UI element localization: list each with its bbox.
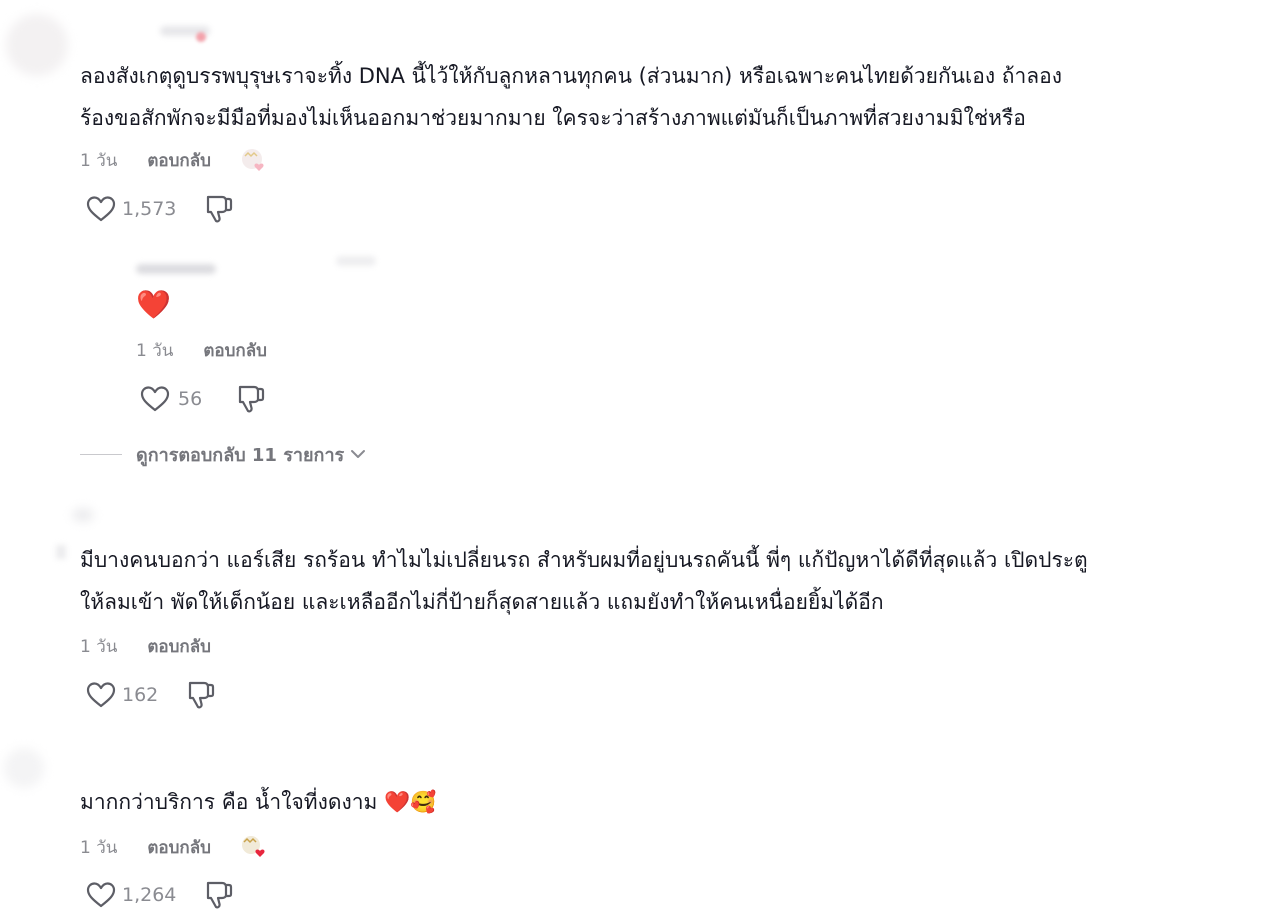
comment-line: ร้องขอสักพักจะมีมือที่มองไม่เห็นออกมาช่ว…	[80, 106, 1026, 130]
avatar[interactable]	[4, 748, 44, 788]
comment-line: มีบางคนบอกว่า แอร์เสีย รถร้อน ทำไมไม่เปล…	[80, 548, 1088, 572]
comment-actions: 1,264	[86, 878, 234, 912]
comment-text: มากกว่าบริการ คือ น้ำใจที่งดงาม ❤️🥰	[80, 781, 436, 823]
comment-time: 1 วัน	[80, 636, 118, 657]
avatar[interactable]	[72, 508, 94, 522]
avatar	[56, 545, 66, 559]
like-count: 1,264	[122, 884, 177, 906]
liked-by-creator-icon	[239, 147, 269, 173]
reply-button[interactable]: ตอบกลับ	[147, 147, 211, 174]
thumbs-down-icon	[207, 881, 233, 909]
comment-actions: 162	[86, 678, 216, 712]
comment-time: 1 วัน	[80, 150, 118, 171]
comment-time: 1 วัน	[136, 340, 174, 361]
comment-time: 1 วัน	[80, 837, 118, 858]
reply-button[interactable]: ตอบกลับ	[147, 834, 211, 861]
avatar[interactable]	[6, 14, 68, 76]
reply-button[interactable]: ตอบกลับ	[147, 633, 211, 660]
dislike-button[interactable]	[204, 879, 234, 911]
like-button[interactable]: 1,264	[86, 881, 176, 909]
dislike-button[interactable]	[236, 383, 266, 415]
dislike-button[interactable]	[204, 193, 234, 225]
username-heart-icon	[196, 32, 206, 42]
like-button[interactable]: 1,573	[86, 195, 176, 223]
reply-emoji: ❤️	[136, 288, 171, 321]
comment-text: ลองสังเกตุดูบรรพบุรุษเราจะทิ้ง DNA นี้ไว…	[80, 55, 1062, 139]
thumbs-down-icon	[189, 681, 215, 709]
comment-meta: 1 วัน ตอบกลับ	[80, 147, 269, 173]
like-count: 162	[122, 684, 159, 706]
dislike-button[interactable]	[186, 679, 216, 711]
heart-outline-icon	[86, 682, 116, 708]
comment-meta: 1 วัน ตอบกลับ	[80, 834, 269, 860]
like-button[interactable]: 56	[140, 385, 202, 413]
like-button[interactable]: 162	[86, 681, 158, 709]
thumbs-down-icon	[207, 195, 233, 223]
comment-actions: 1,573	[86, 192, 234, 226]
liked-by-creator-icon	[239, 834, 269, 860]
username-blurred	[336, 256, 376, 266]
view-replies-button[interactable]: ดูการตอบกลับ 11 รายการ	[80, 440, 366, 468]
thumbs-down-icon	[239, 385, 265, 413]
comment-line: ลองสังเกตุดูบรรพบุรุษเราจะทิ้ง DNA นี้ไว…	[80, 64, 1062, 88]
comment-actions: 56	[140, 382, 266, 416]
divider	[80, 453, 122, 455]
heart-outline-icon	[86, 196, 116, 222]
comment-text: มีบางคนบอกว่า แอร์เสีย รถร้อน ทำไมไม่เปล…	[80, 539, 1088, 623]
heart-outline-icon	[140, 386, 170, 412]
like-count: 56	[178, 388, 203, 410]
username-blurred[interactable]	[136, 264, 216, 274]
comment-line: ให้ลมเข้า พัดให้เด็กน้อย และเหลืออีกไม่ก…	[80, 590, 884, 614]
view-replies-label: ดูการตอบกลับ 11 รายการ	[136, 444, 345, 466]
reply-button[interactable]: ตอบกลับ	[203, 337, 267, 364]
comment-meta: 1 วัน ตอบกลับ	[136, 337, 267, 363]
comment-line: มากกว่าบริการ คือ น้ำใจที่งดงาม ❤️🥰	[80, 790, 437, 814]
chevron-down-icon	[350, 448, 366, 460]
comment-meta: 1 วัน ตอบกลับ	[80, 633, 211, 659]
heart-outline-icon	[86, 882, 116, 908]
like-count: 1,573	[122, 198, 177, 220]
